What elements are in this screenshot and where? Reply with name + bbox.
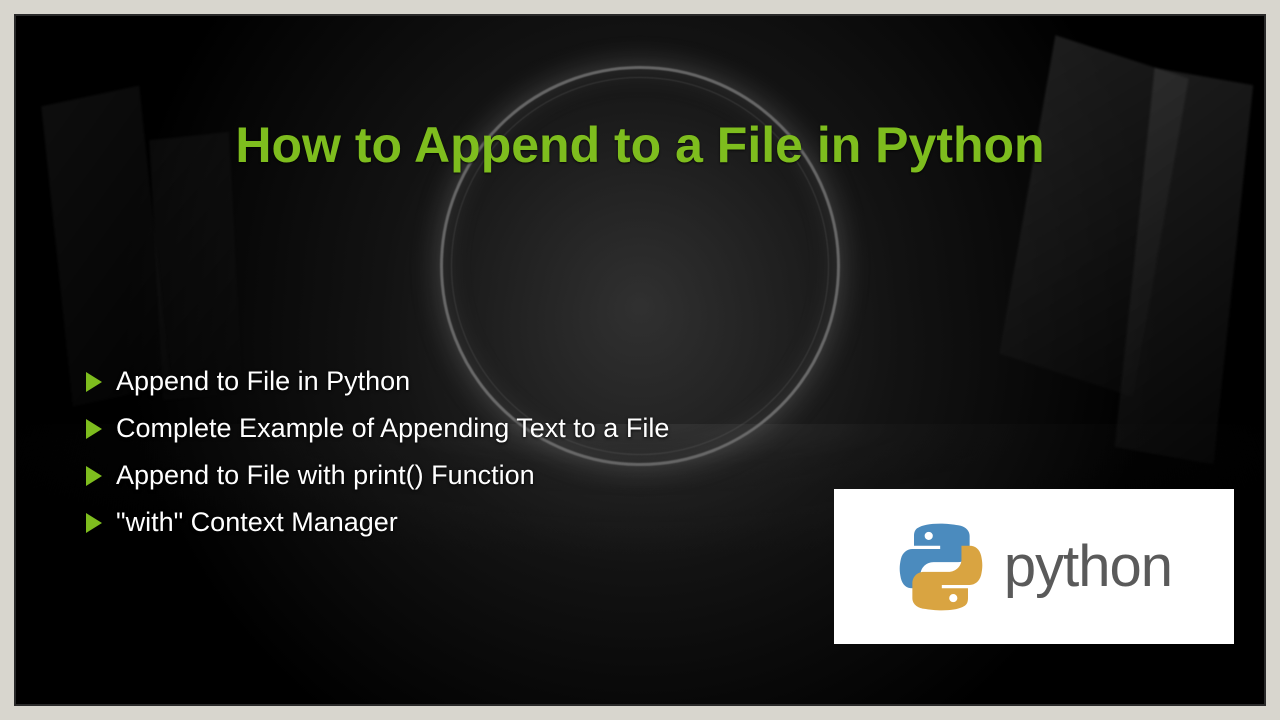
python-logo-icon	[896, 522, 986, 612]
bullet-list: Append to File in Python Complete Exampl…	[86, 366, 669, 554]
list-item: Append to File in Python	[86, 366, 669, 397]
arrow-right-icon	[86, 513, 102, 533]
arrow-right-icon	[86, 419, 102, 439]
bullet-text: Append to File with print() Function	[116, 460, 535, 491]
list-item: Append to File with print() Function	[86, 460, 669, 491]
slide-title: How to Append to a File in Python	[16, 116, 1264, 174]
bullet-text: "with" Context Manager	[116, 507, 398, 538]
arrow-right-icon	[86, 466, 102, 486]
arrow-right-icon	[86, 372, 102, 392]
bullet-text: Complete Example of Appending Text to a …	[116, 413, 669, 444]
bullet-text: Append to File in Python	[116, 366, 410, 397]
python-logo-box: python	[834, 489, 1234, 644]
list-item: Complete Example of Appending Text to a …	[86, 413, 669, 444]
python-logo-text: python	[1004, 533, 1172, 600]
presentation-slide: How to Append to a File in Python Append…	[14, 14, 1266, 706]
list-item: "with" Context Manager	[86, 507, 669, 538]
